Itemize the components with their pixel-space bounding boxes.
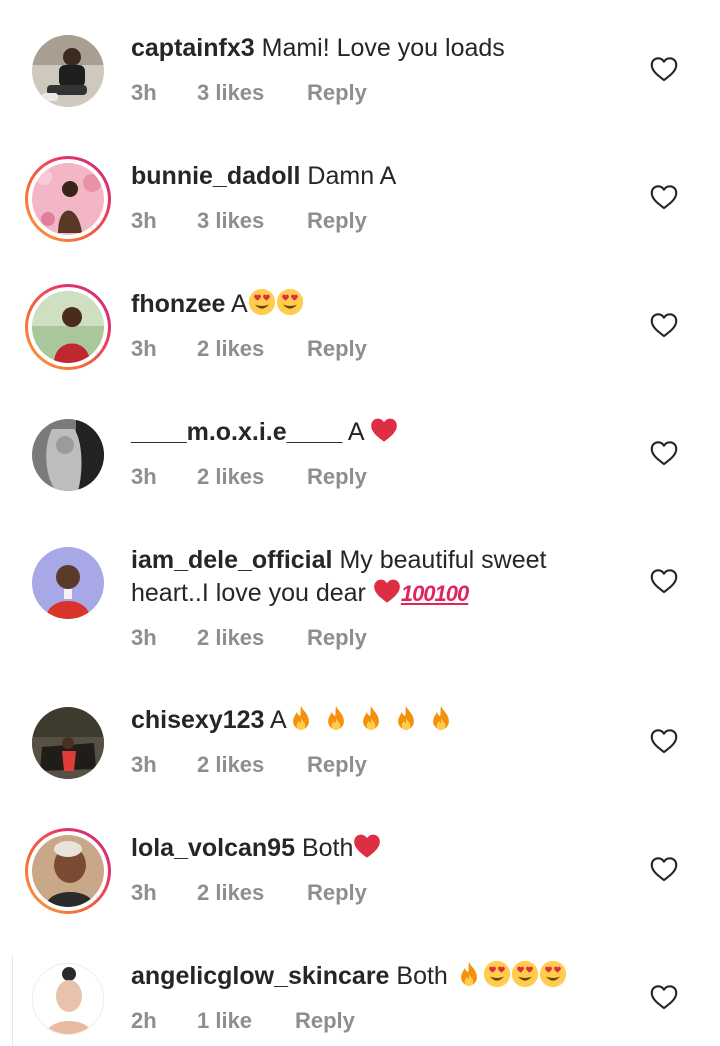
heart-outline-icon[interactable]	[650, 568, 678, 594]
reply-button[interactable]: Reply	[307, 880, 367, 906]
avatar[interactable]	[32, 963, 104, 1035]
comment-username[interactable]: iam_dele_official	[131, 546, 332, 574]
avatar-photo	[32, 35, 104, 107]
comment-likes[interactable]: 2 likes	[197, 880, 264, 906]
comment-time: 3h	[131, 80, 157, 105]
heart-outline-icon[interactable]	[650, 312, 678, 338]
avatar-photo	[32, 547, 104, 619]
comment-username[interactable]: bunnie_dadoll	[131, 162, 300, 190]
reply-button[interactable]: Reply	[307, 625, 367, 651]
avatar-photo	[32, 291, 104, 363]
avatar-photo	[32, 707, 104, 779]
fire-emoji	[357, 704, 385, 732]
avatar[interactable]	[25, 828, 111, 914]
red-heart-emoji	[353, 832, 381, 860]
heart-outline-icon[interactable]	[650, 984, 678, 1010]
left-edge-divider	[0, 955, 13, 1046]
comment-likes[interactable]: 2 likes	[197, 336, 264, 362]
comment-time: 2h	[131, 1008, 157, 1033]
heart-outline-icon[interactable]	[650, 440, 678, 466]
comment-time: 3h	[131, 208, 157, 233]
fire-emoji	[287, 704, 315, 732]
comment-username[interactable]: chisexy123	[131, 706, 264, 734]
heart-eyes-emoji	[248, 288, 276, 316]
heart-eyes-emoji	[511, 960, 539, 988]
comment-likes[interactable]: 3 likes	[197, 80, 264, 106]
comment-text: Mami! Love you loads	[261, 34, 505, 62]
comment-time: 3h	[131, 752, 157, 777]
comment-text: A	[270, 706, 287, 734]
heart-outline-icon[interactable]	[650, 56, 678, 82]
avatar-photo	[32, 163, 104, 235]
reply-button[interactable]: Reply	[307, 464, 367, 490]
avatar[interactable]	[32, 35, 104, 107]
comment-username[interactable]: fhonzee	[131, 290, 225, 318]
avatar[interactable]	[32, 707, 104, 779]
avatar[interactable]	[25, 156, 111, 242]
avatar[interactable]	[25, 284, 111, 370]
reply-button[interactable]: Reply	[307, 336, 367, 362]
heart-eyes-emoji	[276, 288, 304, 316]
fire-emoji	[455, 960, 483, 988]
heart-outline-icon[interactable]	[650, 184, 678, 210]
fire-emoji	[322, 704, 350, 732]
reply-button[interactable]: Reply	[295, 1008, 355, 1034]
avatar[interactable]	[32, 419, 104, 491]
hundred-points-emoji: 100	[400, 581, 436, 606]
hundred-points-emoji: 100	[434, 581, 470, 606]
reply-button[interactable]: Reply	[307, 208, 367, 234]
comment-likes[interactable]: 2 likes	[197, 752, 264, 778]
comment-username[interactable]: lola_volcan95	[131, 834, 295, 862]
heart-eyes-emoji	[483, 960, 511, 988]
comment-username[interactable]: angelicglow_skincare	[131, 962, 389, 990]
heart-outline-icon[interactable]	[650, 856, 678, 882]
fire-emoji	[392, 704, 420, 732]
avatar-photo	[32, 835, 104, 907]
comment-time: 3h	[131, 336, 157, 361]
avatar-photo	[32, 419, 104, 491]
comment-text: Both	[301, 834, 354, 862]
comment-text: A	[347, 418, 364, 446]
avatar[interactable]	[32, 547, 104, 619]
red-heart-emoji	[370, 416, 398, 444]
red-heart-emoji	[373, 577, 401, 605]
comment-time: 3h	[131, 625, 157, 650]
comment-time: 3h	[131, 464, 157, 489]
comment-likes[interactable]: 2 likes	[197, 464, 264, 490]
fire-emoji	[427, 704, 455, 732]
comment-time: 3h	[131, 880, 157, 905]
comment-username[interactable]: captainfx3	[131, 34, 255, 62]
comment-likes[interactable]: 2 likes	[197, 625, 264, 651]
heart-eyes-emoji	[539, 960, 567, 988]
comment-text: Damn A	[307, 162, 397, 190]
comment-text: A	[231, 290, 248, 318]
comment-text: Both	[396, 962, 448, 990]
comment-likes[interactable]: 1 like	[197, 1008, 252, 1034]
reply-button[interactable]: Reply	[307, 752, 367, 778]
reply-button[interactable]: Reply	[307, 80, 367, 106]
heart-outline-icon[interactable]	[650, 728, 678, 754]
comment-username[interactable]: ____m.o.x.i.e____	[131, 418, 342, 446]
avatar-photo	[33, 964, 103, 1034]
comment-likes[interactable]: 3 likes	[197, 208, 264, 234]
